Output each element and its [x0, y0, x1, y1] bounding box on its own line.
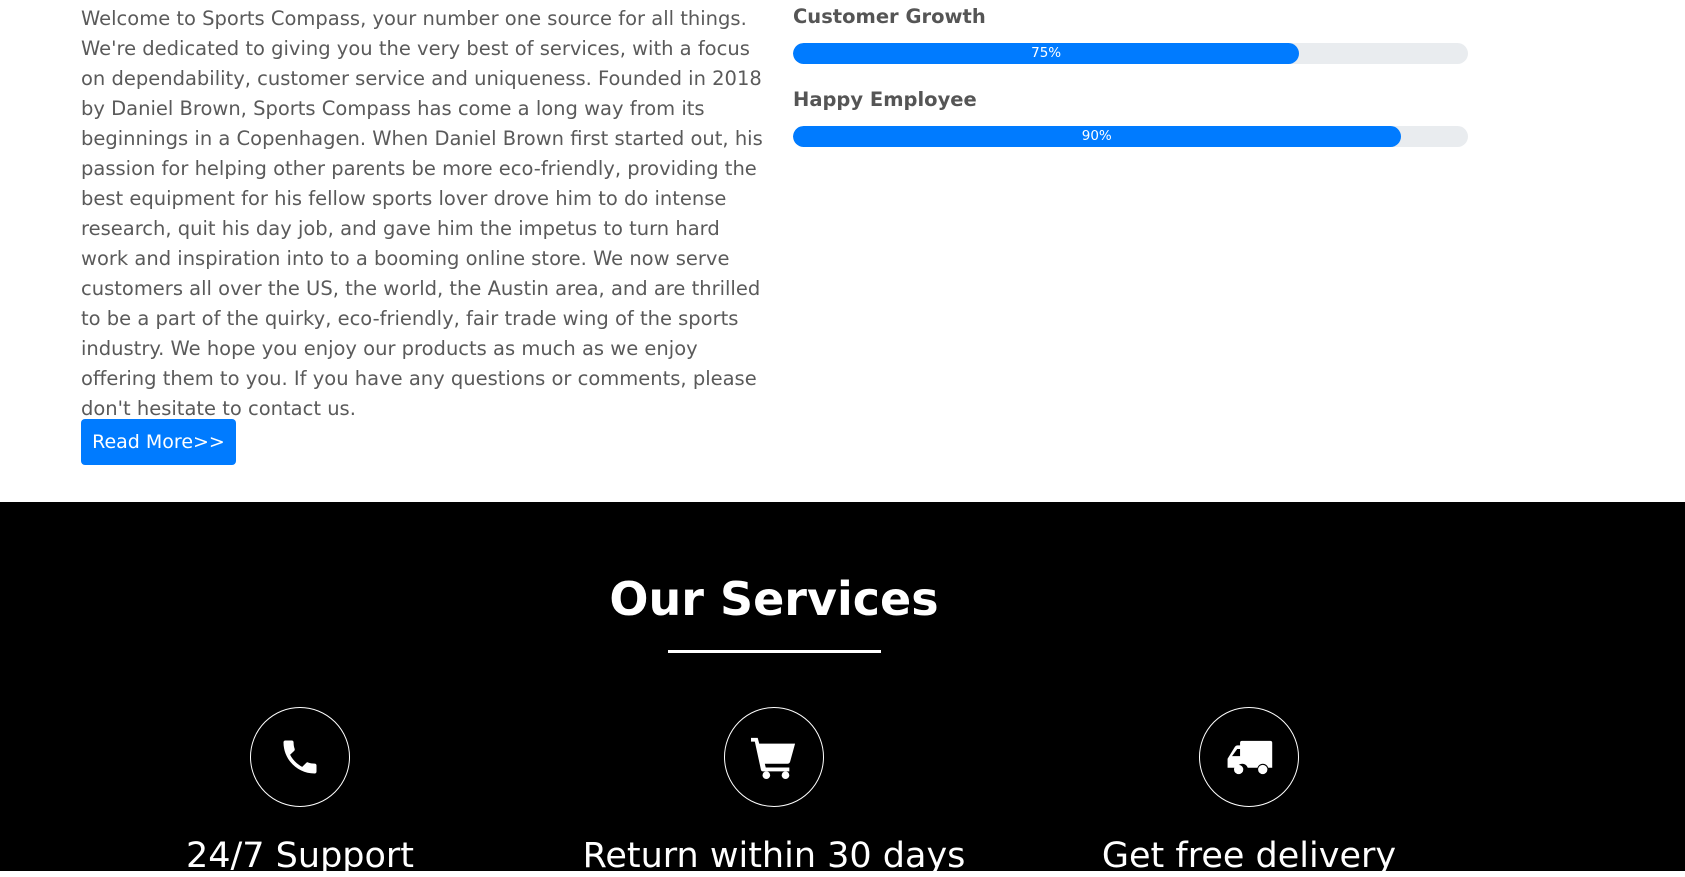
- service-support: 24/7 Support: [100, 707, 500, 877]
- progress-fill: 90%: [793, 126, 1401, 147]
- about-section: Welcome to Sports Compass, your number o…: [0, 0, 1685, 502]
- skill-label: Happy Employee: [793, 88, 977, 111]
- about-paragraph: Welcome to Sports Compass, your number o…: [81, 7, 763, 420]
- skill-label: Customer Growth: [793, 5, 986, 28]
- skill-happy-employee: Happy Employee 90%: [793, 88, 1468, 147]
- skill-customer-growth: Customer Growth 75%: [793, 5, 1468, 64]
- progress-bar: 90%: [793, 126, 1468, 147]
- services-title: Our Services: [609, 572, 939, 626]
- title-underline: [668, 650, 881, 653]
- cart-icon: [724, 707, 824, 807]
- services-section: Our Services 24/7 Support Return within …: [0, 502, 1685, 876]
- service-returns: Return within 30 days: [574, 707, 974, 877]
- progress-bar: 75%: [793, 43, 1468, 64]
- progress-fill: 75%: [793, 43, 1300, 64]
- truck-icon: [1199, 707, 1299, 807]
- read-more-button[interactable]: Read More>>: [81, 419, 236, 465]
- phone-icon: [250, 707, 350, 807]
- service-delivery: Get free delivery: [1049, 707, 1449, 877]
